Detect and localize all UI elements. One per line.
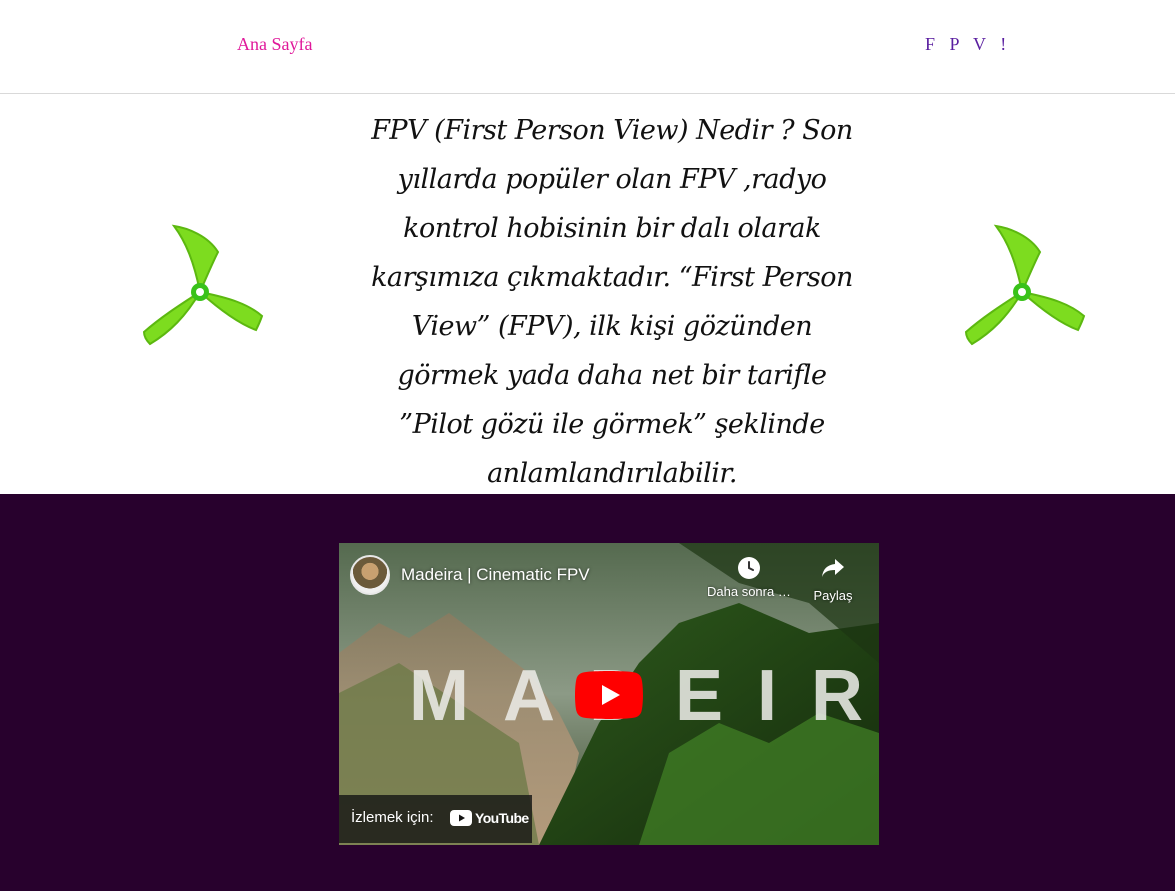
share-arrow-icon — [822, 559, 844, 577]
hero-description: FPV (First Person View) Nedir ? Son yıll… — [371, 115, 853, 489]
video-section: Madeira | Cinematic FPV Daha sonra izle … — [0, 494, 1175, 891]
youtube-embed[interactable]: Madeira | Cinematic FPV Daha sonra izle … — [339, 543, 879, 845]
nav-link-fpv[interactable]: F P V ! — [925, 34, 1011, 55]
video-title[interactable]: Madeira | Cinematic FPV — [401, 565, 590, 585]
share-button[interactable]: Paylaş — [805, 557, 861, 603]
youtube-logo-icon — [450, 810, 472, 826]
youtube-label: YouTube — [475, 810, 529, 826]
watch-later-button[interactable]: Daha sonra izle — [707, 557, 791, 599]
play-icon[interactable] — [575, 671, 643, 719]
watch-on-youtube-button[interactable]: İzlemek için: YouTube — [339, 795, 532, 843]
propeller-icon — [964, 224, 1086, 346]
hero-section: FPV (First Person View) Nedir ? Son yıll… — [0, 94, 1175, 494]
channel-avatar[interactable] — [350, 555, 390, 595]
propeller-icon — [142, 224, 264, 346]
share-label: Paylaş — [813, 588, 853, 603]
watch-later-label: Daha sonra izle — [707, 584, 791, 599]
nav-link-home[interactable]: Ana Sayfa — [237, 34, 312, 55]
top-navigation: Ana Sayfa F P V ! — [0, 0, 1175, 94]
clock-icon — [738, 557, 760, 579]
watch-on-label: İzlemek için: — [351, 809, 434, 826]
